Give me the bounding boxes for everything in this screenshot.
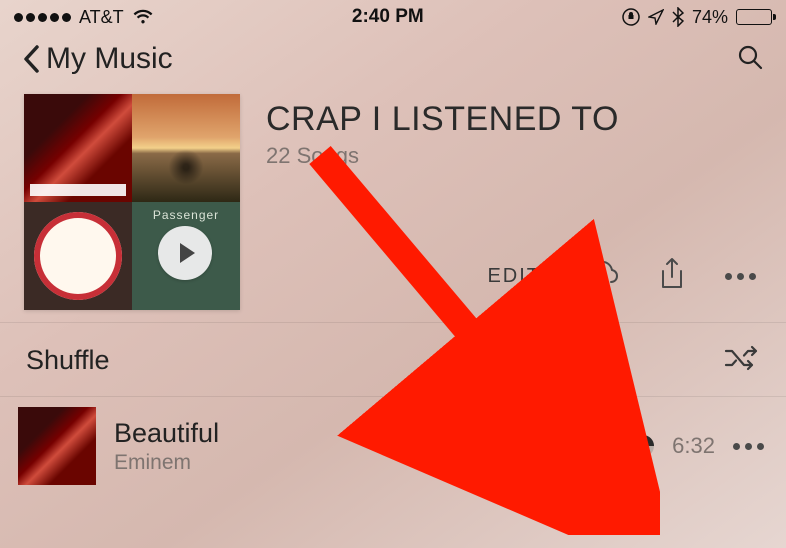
track-duration: 6:32: [672, 433, 715, 459]
playlist-header: Passenger CRAP I LISTENED TO 22 Songs ED…: [0, 84, 786, 322]
battery-icon: [736, 9, 772, 25]
shuffle-icon: [724, 345, 760, 376]
bluetooth-icon: [672, 7, 684, 27]
back-label: My Music: [46, 42, 173, 76]
track-row[interactable]: Beautiful Eminem E 6:32: [0, 396, 786, 495]
track-title: Beautiful: [114, 418, 574, 449]
playlist-subtitle: 22 Songs: [266, 143, 762, 169]
nav-bar: My Music: [0, 32, 786, 84]
more-button[interactable]: [725, 273, 756, 280]
signal-strength-icon: [14, 13, 71, 22]
chevron-left-icon: [22, 44, 40, 74]
album-art-tile: [24, 94, 132, 202]
carrier-label: AT&T: [79, 7, 124, 28]
track-artwork: [18, 407, 96, 485]
playlist-actions: EDIT: [266, 257, 762, 296]
back-button[interactable]: My Music: [22, 42, 173, 76]
playlist-artwork[interactable]: Passenger: [24, 94, 240, 310]
battery-pct-label: 74%: [692, 7, 728, 28]
album-art-tile: [24, 202, 132, 310]
shuffle-label: Shuffle: [26, 345, 110, 376]
share-icon[interactable]: [659, 257, 685, 296]
clock: 2:40 PM: [352, 6, 424, 28]
wifi-icon: [132, 9, 154, 25]
explicit-badge: E: [592, 435, 614, 457]
status-bar: AT&T 2:40 PM 74%: [0, 0, 786, 32]
download-cloud-icon[interactable]: [581, 260, 619, 293]
search-button[interactable]: [736, 43, 764, 76]
play-button[interactable]: [158, 226, 212, 280]
playlist-title: CRAP I LISTENED TO: [266, 100, 762, 139]
location-icon: [648, 9, 664, 25]
edit-button[interactable]: EDIT: [487, 265, 541, 288]
album-art-tile: [132, 94, 240, 202]
shuffle-button[interactable]: Shuffle: [0, 322, 786, 396]
track-artist: Eminem: [114, 451, 574, 475]
orientation-lock-icon: [622, 8, 640, 26]
track-more-button[interactable]: [733, 443, 764, 450]
download-progress-icon: [632, 435, 654, 457]
